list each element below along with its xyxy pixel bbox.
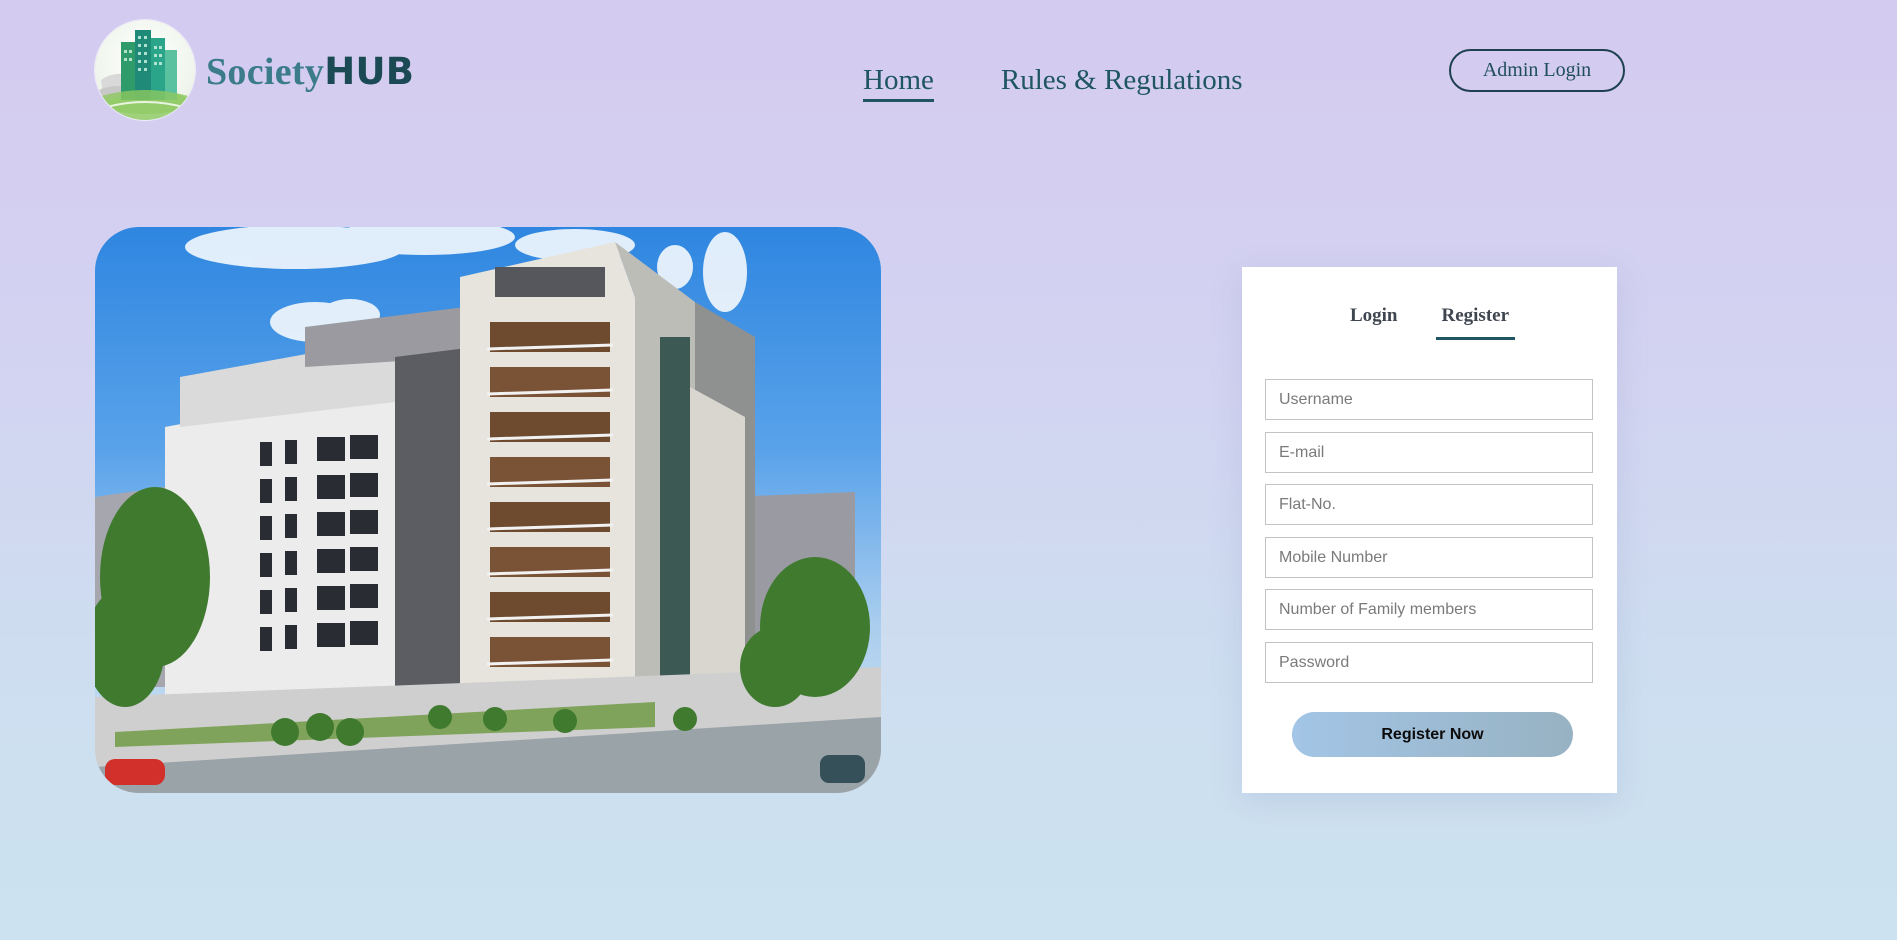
main-nav: Home Rules & Regulations <box>863 64 1243 102</box>
admin-login-button[interactable]: Admin Login <box>1449 49 1625 92</box>
nav-home-link[interactable]: Home <box>863 64 934 102</box>
brand-name-part2: HUB <box>324 50 415 93</box>
brand-logo[interactable]: SocietyHUB <box>95 20 414 120</box>
brand-name-part1: Society <box>206 51 325 93</box>
username-input[interactable] <box>1265 379 1593 420</box>
apartment-building-image <box>95 227 881 793</box>
brand-name: SocietyHUB <box>206 50 414 94</box>
email-input[interactable] <box>1265 432 1593 473</box>
family-members-input[interactable] <box>1265 589 1593 630</box>
mobile-number-input[interactable] <box>1265 537 1593 578</box>
tab-register[interactable]: Register <box>1435 305 1516 340</box>
register-now-button[interactable]: Register Now <box>1292 712 1573 757</box>
register-form-card: Login Register Register Now <box>1242 267 1617 793</box>
password-input[interactable] <box>1265 642 1593 683</box>
form-tabs: Login Register <box>1242 305 1617 340</box>
flat-no-input[interactable] <box>1265 484 1593 525</box>
building-logo-icon <box>95 20 195 120</box>
tab-login[interactable]: Login <box>1344 305 1404 340</box>
nav-rules-link[interactable]: Rules & Regulations <box>1001 64 1243 102</box>
